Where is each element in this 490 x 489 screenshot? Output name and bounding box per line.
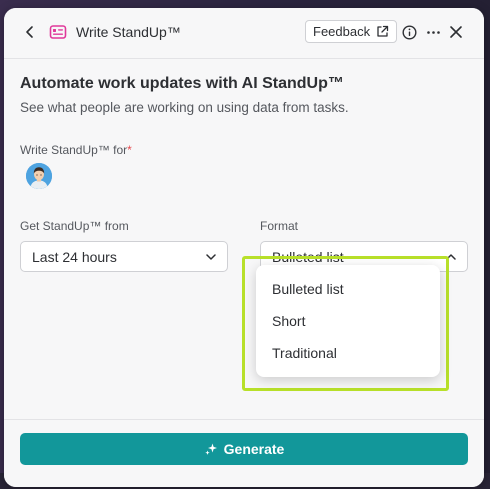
- format-dropdown-menu: Bulleted list Short Traditional: [256, 265, 440, 377]
- more-icon: [426, 30, 440, 34]
- period-select-value: Last 24 hours: [32, 248, 117, 265]
- page-subtitle: See what people are working on using dat…: [20, 100, 349, 115]
- standup-dialog: Write StandUp™ Feedback Automate work up…: [4, 8, 484, 487]
- info-icon: [401, 24, 417, 40]
- feedback-label: Feedback: [313, 24, 371, 39]
- standup-app-icon: [49, 25, 67, 39]
- back-icon: [26, 26, 33, 38]
- user-avatar-icon: [26, 163, 52, 189]
- page-title: Automate work updates with AI StandUp™: [20, 75, 344, 92]
- format-option-traditional[interactable]: Traditional: [256, 337, 440, 369]
- close-icon: [450, 26, 462, 38]
- info-button[interactable]: [399, 22, 419, 42]
- feedback-button[interactable]: Feedback: [305, 20, 398, 43]
- close-button[interactable]: [446, 22, 466, 42]
- period-select[interactable]: Last 24 hours: [20, 241, 228, 272]
- chevron-down-icon: [206, 254, 216, 260]
- external-link-icon: [377, 25, 389, 37]
- write-for-label-text: Write StandUp™ for: [20, 143, 128, 157]
- format-option-short[interactable]: Short: [256, 305, 440, 337]
- dialog-title: Write StandUp™: [76, 24, 181, 40]
- required-marker: *: [127, 143, 132, 157]
- generate-label: Generate: [223, 441, 285, 457]
- sparkle-icon: [204, 443, 217, 455]
- back-button[interactable]: [20, 22, 40, 42]
- period-label: Get StandUp™ from: [20, 219, 129, 233]
- format-label: Format: [260, 219, 299, 233]
- dialog-header: Write StandUp™ Feedback: [4, 8, 484, 59]
- dialog-footer: Generate: [4, 419, 484, 487]
- more-options-button[interactable]: [423, 22, 443, 42]
- avatar[interactable]: [26, 163, 52, 189]
- write-for-label: Write StandUp™ for*: [20, 143, 132, 157]
- generate-button[interactable]: Generate: [20, 433, 468, 465]
- format-option-bulleted-list[interactable]: Bulleted list: [256, 273, 440, 305]
